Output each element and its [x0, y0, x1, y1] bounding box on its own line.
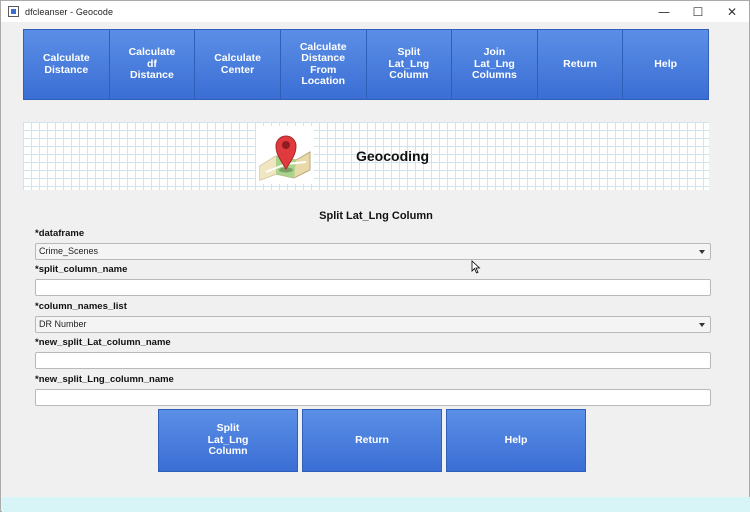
calculate-center-button[interactable]: Calculate Center [195, 30, 281, 99]
toolbar-return-button[interactable]: Return [537, 30, 624, 99]
new-split-lat-column-name-label: *new_split_Lat_column_name [35, 337, 171, 348]
calculate-distance-button[interactable]: Calculate Distance [24, 30, 110, 99]
split-lat-lng-button[interactable]: Split Lat_Lng Column [158, 409, 298, 472]
title-bar: dfcleanser - Geocode — ☐ ✕ [1, 1, 749, 22]
map-pin-icon [256, 126, 314, 184]
return-button[interactable]: Return [302, 409, 442, 472]
toolbar-help-button[interactable]: Help [623, 30, 708, 99]
close-button[interactable]: ✕ [715, 1, 749, 22]
dataframe-label: *dataframe [35, 228, 85, 239]
window-controls: — ☐ ✕ [647, 1, 749, 22]
calculate-df-distance-button[interactable]: Calculate df Distance [109, 30, 196, 99]
window-title: dfcleanser - Geocode [25, 6, 114, 17]
join-lat-lng-columns-button[interactable]: Join Lat_Lng Columns [452, 30, 538, 99]
banner-title: Geocoding [356, 148, 430, 164]
dataframe-value: Crime_Scenes [39, 246, 99, 256]
column-names-list-value: DR Number [39, 319, 87, 329]
new-split-lng-column-name-label: *new_split_Lng_column_name [35, 374, 174, 385]
column-names-list-select[interactable]: DR Number [35, 316, 711, 333]
geocode-toolbar: Calculate Distance Calculate df Distance… [23, 29, 709, 100]
minimize-button[interactable]: — [647, 1, 681, 22]
geocoding-banner: Geocoding [23, 122, 709, 190]
app-icon [8, 6, 19, 17]
app-window: dfcleanser - Geocode — ☐ ✕ Calculate Dis… [0, 0, 750, 512]
status-strip [2, 497, 750, 512]
column-names-list-label: *column_names_list [35, 301, 127, 312]
split-lat-lng-column-button[interactable]: Split Lat_Lng Column [366, 30, 453, 99]
calculate-distance-from-location-button[interactable]: Calculate Distance From Location [280, 30, 367, 99]
help-button[interactable]: Help [446, 409, 586, 472]
dataframe-select[interactable]: Crime_Scenes [35, 243, 711, 260]
new-split-lng-column-name-input[interactable] [35, 389, 711, 406]
split-column-name-input[interactable] [35, 279, 711, 296]
form-title: Split Lat_Lng Column [319, 210, 433, 222]
new-split-lat-column-name-input[interactable] [35, 352, 711, 369]
mouse-cursor-icon [471, 260, 481, 274]
maximize-button[interactable]: ☐ [681, 1, 715, 22]
split-column-name-label: *split_column_name [35, 264, 128, 275]
chevron-down-icon [699, 323, 705, 327]
chevron-down-icon [699, 250, 705, 254]
